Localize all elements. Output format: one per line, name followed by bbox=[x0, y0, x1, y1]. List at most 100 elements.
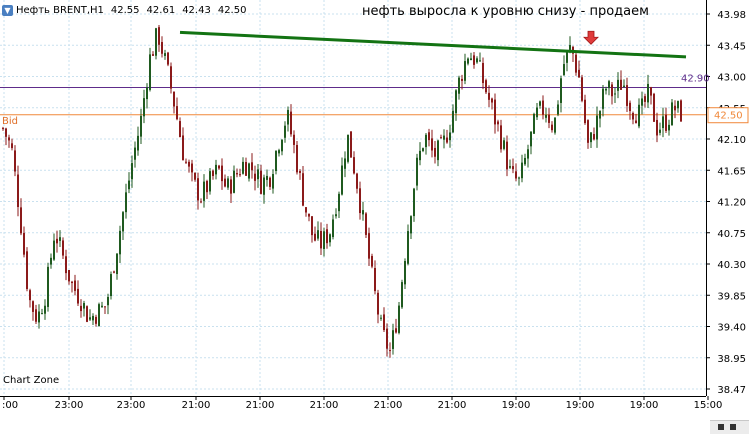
candle-body bbox=[446, 137, 448, 143]
candle-body bbox=[236, 173, 238, 175]
candle-body bbox=[221, 165, 223, 182]
candle-body bbox=[623, 85, 625, 87]
candle-body bbox=[107, 296, 109, 306]
time-tick-label: 21:00 bbox=[246, 400, 275, 411]
candle-body bbox=[533, 113, 535, 134]
price-tick-label: 41.65 bbox=[717, 166, 746, 177]
candle-body bbox=[362, 210, 364, 215]
resistance-trendline[interactable] bbox=[179, 30, 687, 59]
candle-body bbox=[116, 253, 118, 275]
candle-body bbox=[617, 79, 619, 91]
candle-body bbox=[167, 52, 169, 65]
candle-body bbox=[227, 178, 229, 188]
candle-body bbox=[656, 119, 658, 136]
candle-body bbox=[365, 213, 367, 235]
price-tick-label: 40.75 bbox=[717, 229, 746, 240]
candle-body bbox=[59, 237, 61, 241]
candle-body bbox=[545, 114, 547, 118]
candle-body bbox=[134, 147, 136, 160]
candle-body bbox=[581, 77, 583, 101]
candle-body bbox=[104, 306, 106, 308]
candle-body bbox=[11, 143, 13, 149]
candle-body bbox=[509, 166, 511, 168]
candle-body bbox=[530, 131, 532, 147]
candle-body bbox=[257, 169, 259, 180]
candle-body bbox=[47, 266, 49, 307]
candle-body bbox=[557, 104, 559, 115]
candle-body bbox=[14, 150, 16, 172]
candle-body bbox=[275, 150, 277, 172]
chevron-down-icon[interactable]: ▼ bbox=[2, 4, 13, 16]
candle-body bbox=[425, 134, 427, 148]
candle-body bbox=[218, 165, 220, 169]
candle-body bbox=[296, 144, 298, 173]
candle-body bbox=[539, 101, 541, 106]
time-tick-label: 15:00 bbox=[694, 400, 723, 411]
candle-body bbox=[185, 161, 187, 163]
candle-body bbox=[569, 44, 571, 50]
candle-body bbox=[485, 80, 487, 93]
candle-body bbox=[308, 213, 310, 217]
candle-body bbox=[86, 306, 88, 322]
level-price-text: 42.90 bbox=[681, 74, 710, 85]
candle-body bbox=[404, 261, 406, 285]
price-axis[interactable]: 43.9843.4543.0042.5542.1041.6541.2040.75… bbox=[706, 10, 746, 396]
candle-body bbox=[374, 267, 376, 292]
watermark: Chart Zone bbox=[3, 375, 60, 386]
candle-body bbox=[512, 166, 514, 170]
candle-body bbox=[626, 85, 628, 106]
bid-price-text: 42.50 bbox=[714, 111, 743, 122]
candle-body bbox=[380, 317, 382, 319]
candle-body bbox=[197, 178, 199, 201]
candle-body bbox=[647, 83, 649, 103]
candle-body bbox=[23, 232, 25, 255]
candle-body bbox=[311, 216, 313, 236]
candle-body bbox=[605, 88, 607, 91]
candle-body bbox=[92, 315, 94, 321]
candle-body bbox=[68, 270, 70, 282]
candle-body bbox=[179, 121, 181, 138]
candle-body bbox=[266, 175, 268, 180]
time-axis[interactable]: :00 23:00 23:00 21:00 21:00 21:00 21:00 21:00 19… bbox=[2, 396, 722, 411]
candle-body bbox=[347, 134, 349, 162]
candle-body bbox=[398, 305, 400, 333]
candle-body bbox=[83, 303, 85, 309]
candle-body bbox=[602, 88, 604, 109]
candle-body bbox=[395, 328, 397, 333]
candle-body bbox=[650, 87, 652, 96]
candle-body bbox=[269, 177, 271, 187]
candle-body bbox=[176, 106, 178, 120]
time-tick-label: 23:00 bbox=[117, 400, 146, 411]
maximize-icon[interactable] bbox=[730, 424, 736, 430]
candle-body bbox=[461, 78, 463, 81]
price-tick-label: 38.47 bbox=[717, 385, 746, 396]
candle-body bbox=[173, 91, 175, 107]
candle-body bbox=[500, 125, 502, 150]
candle-body bbox=[110, 274, 112, 297]
candle-body bbox=[323, 231, 325, 249]
candle-body bbox=[470, 58, 472, 61]
candle-body bbox=[95, 316, 97, 324]
ohlc-open: 42.55 bbox=[110, 4, 140, 16]
candle-body bbox=[584, 99, 586, 124]
candle-body bbox=[422, 148, 424, 151]
ohlc-high: 42.61 bbox=[146, 4, 176, 16]
level-price-tag: 42.90 bbox=[681, 74, 710, 85]
candle-body bbox=[161, 42, 163, 54]
time-tick-label: 21:00 bbox=[182, 400, 211, 411]
chart-annotation[interactable]: нефть выросла к уровню снизу - продаем bbox=[362, 4, 649, 19]
candle-body bbox=[662, 116, 664, 129]
candle-body bbox=[164, 53, 166, 56]
candle-body bbox=[554, 117, 556, 133]
candle-body bbox=[203, 181, 205, 201]
candle-body bbox=[458, 77, 460, 94]
candle-body bbox=[344, 158, 346, 169]
candle-body bbox=[128, 180, 130, 190]
candle-body bbox=[146, 87, 148, 100]
candle-body bbox=[536, 107, 538, 118]
candle-body bbox=[416, 157, 418, 186]
candle-body bbox=[401, 282, 403, 308]
restore-icon[interactable] bbox=[718, 424, 724, 430]
sell-arrow-marker[interactable] bbox=[583, 30, 599, 45]
candle-body bbox=[158, 27, 160, 45]
